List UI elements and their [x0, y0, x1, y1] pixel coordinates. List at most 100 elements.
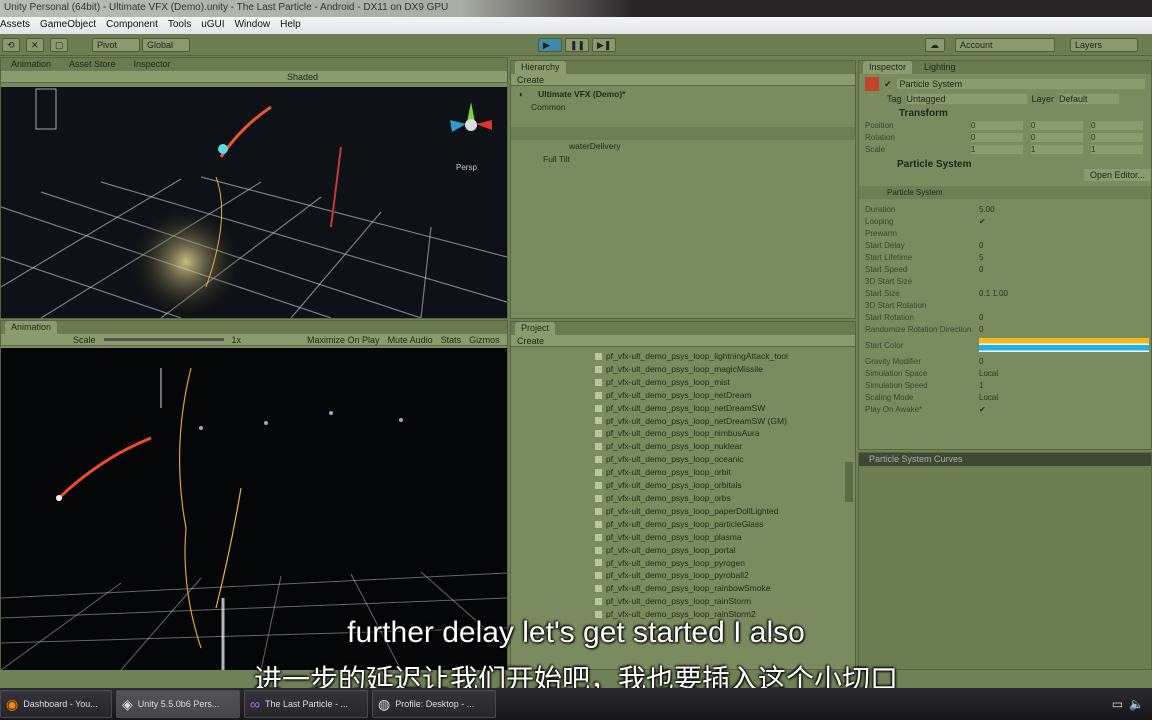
property-value[interactable]: Local	[979, 393, 998, 402]
move-tool-icon[interactable]: ⟲	[2, 38, 20, 52]
project-file-item[interactable]: pf_vfx-ult_demo_psys_loop_orbitals	[595, 479, 855, 492]
particle-property-row[interactable]: Scaling Mode Local	[859, 391, 1151, 403]
transform-y-field[interactable]: 0	[1030, 132, 1083, 142]
transform-x-field[interactable]: 0	[970, 120, 1023, 130]
transform-x-field[interactable]: 1	[970, 144, 1023, 154]
particle-property-row[interactable]: Duration 5.00	[859, 203, 1151, 215]
tab-hierarchy[interactable]: Hierarchy	[515, 61, 566, 74]
particle-property-row[interactable]: Start Rotation 0	[859, 311, 1151, 323]
particle-property-row[interactable]: Simulation Space Local	[859, 367, 1151, 379]
particle-property-row[interactable]: Start Size 0.1 1.00	[859, 287, 1151, 299]
transform-y-field[interactable]: 0	[1030, 120, 1083, 130]
taskbar-firefox[interactable]: ◉ Dashboard - You...	[0, 690, 112, 718]
taskbar-visual-studio[interactable]: ∞ The Last Particle - ...	[244, 690, 368, 718]
menu-ugui[interactable]: uGUI	[201, 19, 224, 34]
hierarchy-create-button[interactable]: Create	[517, 75, 544, 85]
shading-dropdown[interactable]: Shaded	[287, 72, 318, 82]
tab-inspector-2[interactable]: Inspector	[128, 58, 177, 71]
particle-property-row[interactable]: Start Color	[859, 335, 1151, 355]
particle-property-row[interactable]: Start Lifetime 5	[859, 251, 1151, 263]
project-file-item[interactable]: pf_vfx-ult_demo_psys_loop_pyrogen	[595, 557, 855, 570]
open-editor-button[interactable]: Open Editor...	[1083, 169, 1151, 181]
project-file-item[interactable]: pf_vfx-ult_demo_psys_loop_mist	[595, 376, 855, 389]
project-file-item[interactable]: pf_vfx-ult_demo_psys_loop_orbit	[595, 466, 855, 479]
project-file-item[interactable]: pf_vfx-ult_demo_psys_loop_orbs	[595, 492, 855, 505]
project-file-item[interactable]: pf_vfx-ult_demo_psys_loop_plasma	[595, 531, 855, 544]
menu-tools[interactable]: Tools	[168, 19, 191, 34]
particle-property-row[interactable]: Simulation Speed 1	[859, 379, 1151, 391]
menu-window[interactable]: Window	[235, 19, 271, 34]
tab-game[interactable]: Animation	[5, 321, 58, 334]
maximize-on-play-toggle[interactable]: Maximize On Play	[307, 335, 380, 345]
pivot-button[interactable]: Pivot	[92, 38, 140, 52]
volume-icon[interactable]: 🔈	[1129, 697, 1144, 711]
pause-button[interactable]: ❚❚	[565, 38, 589, 52]
menu-help[interactable]: Help	[280, 19, 301, 34]
project-file-item[interactable]: pf_vfx-ult_demo_psys_loop_magicMissile	[595, 363, 855, 376]
property-value[interactable]: ✔	[979, 217, 986, 226]
project-file-item[interactable]: pf_vfx-ult_demo_psys_loop_lightningAttac…	[595, 350, 855, 363]
module-header[interactable]: Particle System	[859, 186, 1151, 199]
transform-y-field[interactable]: 1	[1030, 144, 1083, 154]
project-file-item[interactable]: pf_vfx-ult_demo_psys_loop_paperDollLight…	[595, 505, 855, 518]
property-value[interactable]: 0	[979, 357, 983, 366]
mute-audio-toggle[interactable]: Mute Audio	[388, 335, 433, 345]
tag-dropdown[interactable]: Untagged	[906, 94, 1027, 104]
project-file-item[interactable]: pf_vfx-ult_demo_psys_loop_nuklear	[595, 440, 855, 453]
particle-property-row[interactable]: Play On Awake* ✔	[859, 403, 1151, 415]
object-name-field[interactable]: Particle System	[896, 79, 1145, 89]
property-value[interactable]: 1	[979, 381, 983, 390]
particle-property-row[interactable]: 3D Start Rotation	[859, 299, 1151, 311]
particle-property-row[interactable]: Looping ✔	[859, 215, 1151, 227]
network-icon[interactable]: ▭	[1112, 697, 1123, 711]
active-checkbox[interactable]: ✔	[884, 79, 892, 90]
start-color-gradient[interactable]	[979, 338, 1149, 352]
tab-curves[interactable]: Particle System Curves	[863, 453, 969, 466]
project-file-item[interactable]: pf_vfx-ult_demo_psys_loop_oceanic	[595, 453, 855, 466]
transform-z-field[interactable]: 0	[1090, 120, 1143, 130]
property-value[interactable]: 0	[979, 313, 983, 322]
step-button[interactable]: ▶❚	[592, 38, 616, 52]
particle-property-row[interactable]: Start Delay 0	[859, 239, 1151, 251]
scale-slider[interactable]	[103, 338, 224, 341]
project-file-item[interactable]: pf_vfx-ult_demo_psys_loop_rainStorm	[595, 595, 855, 608]
transform-header[interactable]: Transform	[859, 104, 1151, 119]
account-dropdown[interactable]: Account	[955, 38, 1055, 52]
project-create-button[interactable]: Create	[517, 336, 544, 346]
scene-gizmo[interactable]	[446, 92, 496, 152]
scene-root[interactable]: ◐ Ultimate VFX (Demo)*	[519, 88, 847, 101]
particle-property-row[interactable]: Gravity Modifier 0	[859, 355, 1151, 367]
scene-view[interactable]: Persp	[1, 87, 507, 318]
menu-component[interactable]: Component	[106, 19, 158, 34]
property-value[interactable]: 5.00	[979, 205, 995, 214]
particle-system-header[interactable]: Particle System	[859, 155, 1151, 170]
particle-property-row[interactable]: Prewarm	[859, 227, 1151, 239]
tab-project[interactable]: Project	[515, 322, 556, 335]
project-file-item[interactable]: pf_vfx-ult_demo_psys_loop_particleGlass	[595, 518, 855, 531]
cloud-icon[interactable]: ☁	[925, 38, 945, 52]
rect-tool-icon[interactable]: ▢	[50, 38, 68, 52]
project-scrollbar[interactable]	[845, 462, 853, 502]
tab-animation[interactable]: Animation	[5, 58, 57, 71]
project-file-item[interactable]: pf_vfx-ult_demo_psys_loop_netDreamSW	[595, 402, 855, 415]
gizmos-toggle[interactable]: Gizmos	[469, 335, 500, 345]
project-file-item[interactable]: pf_vfx-ult_demo_psys_loop_nimbusAura	[595, 427, 855, 440]
particle-property-row[interactable]: 3D Start Size	[859, 275, 1151, 287]
property-value[interactable]: 0	[979, 241, 983, 250]
layers-dropdown[interactable]: Layers	[1070, 38, 1138, 52]
stats-toggle[interactable]: Stats	[441, 335, 462, 345]
menu-gameobject[interactable]: GameObject	[40, 19, 96, 34]
scale-tool-icon[interactable]: ✕	[26, 38, 44, 52]
project-file-item[interactable]: pf_vfx-ult_demo_psys_loop_portal	[595, 544, 855, 557]
hierarchy-item[interactable]: waterDelivery	[519, 140, 847, 153]
hierarchy-item[interactable]: Full Tilt	[519, 153, 847, 166]
project-file-item[interactable]: pf_vfx-ult_demo_psys_loop_pyroball2	[595, 569, 855, 582]
particle-property-row[interactable]: Start Speed 0	[859, 263, 1151, 275]
property-value[interactable]: 5	[979, 253, 983, 262]
tab-asset-store[interactable]: Asset Store	[63, 58, 122, 71]
transform-x-field[interactable]: 0	[970, 132, 1023, 142]
property-value[interactable]: ✔	[979, 405, 986, 414]
taskbar-unity[interactable]: ◈ Unity 5.5.0b6 Pers...	[116, 690, 240, 718]
transform-z-field[interactable]: 1	[1090, 144, 1143, 154]
transform-z-field[interactable]: 0	[1090, 132, 1143, 142]
